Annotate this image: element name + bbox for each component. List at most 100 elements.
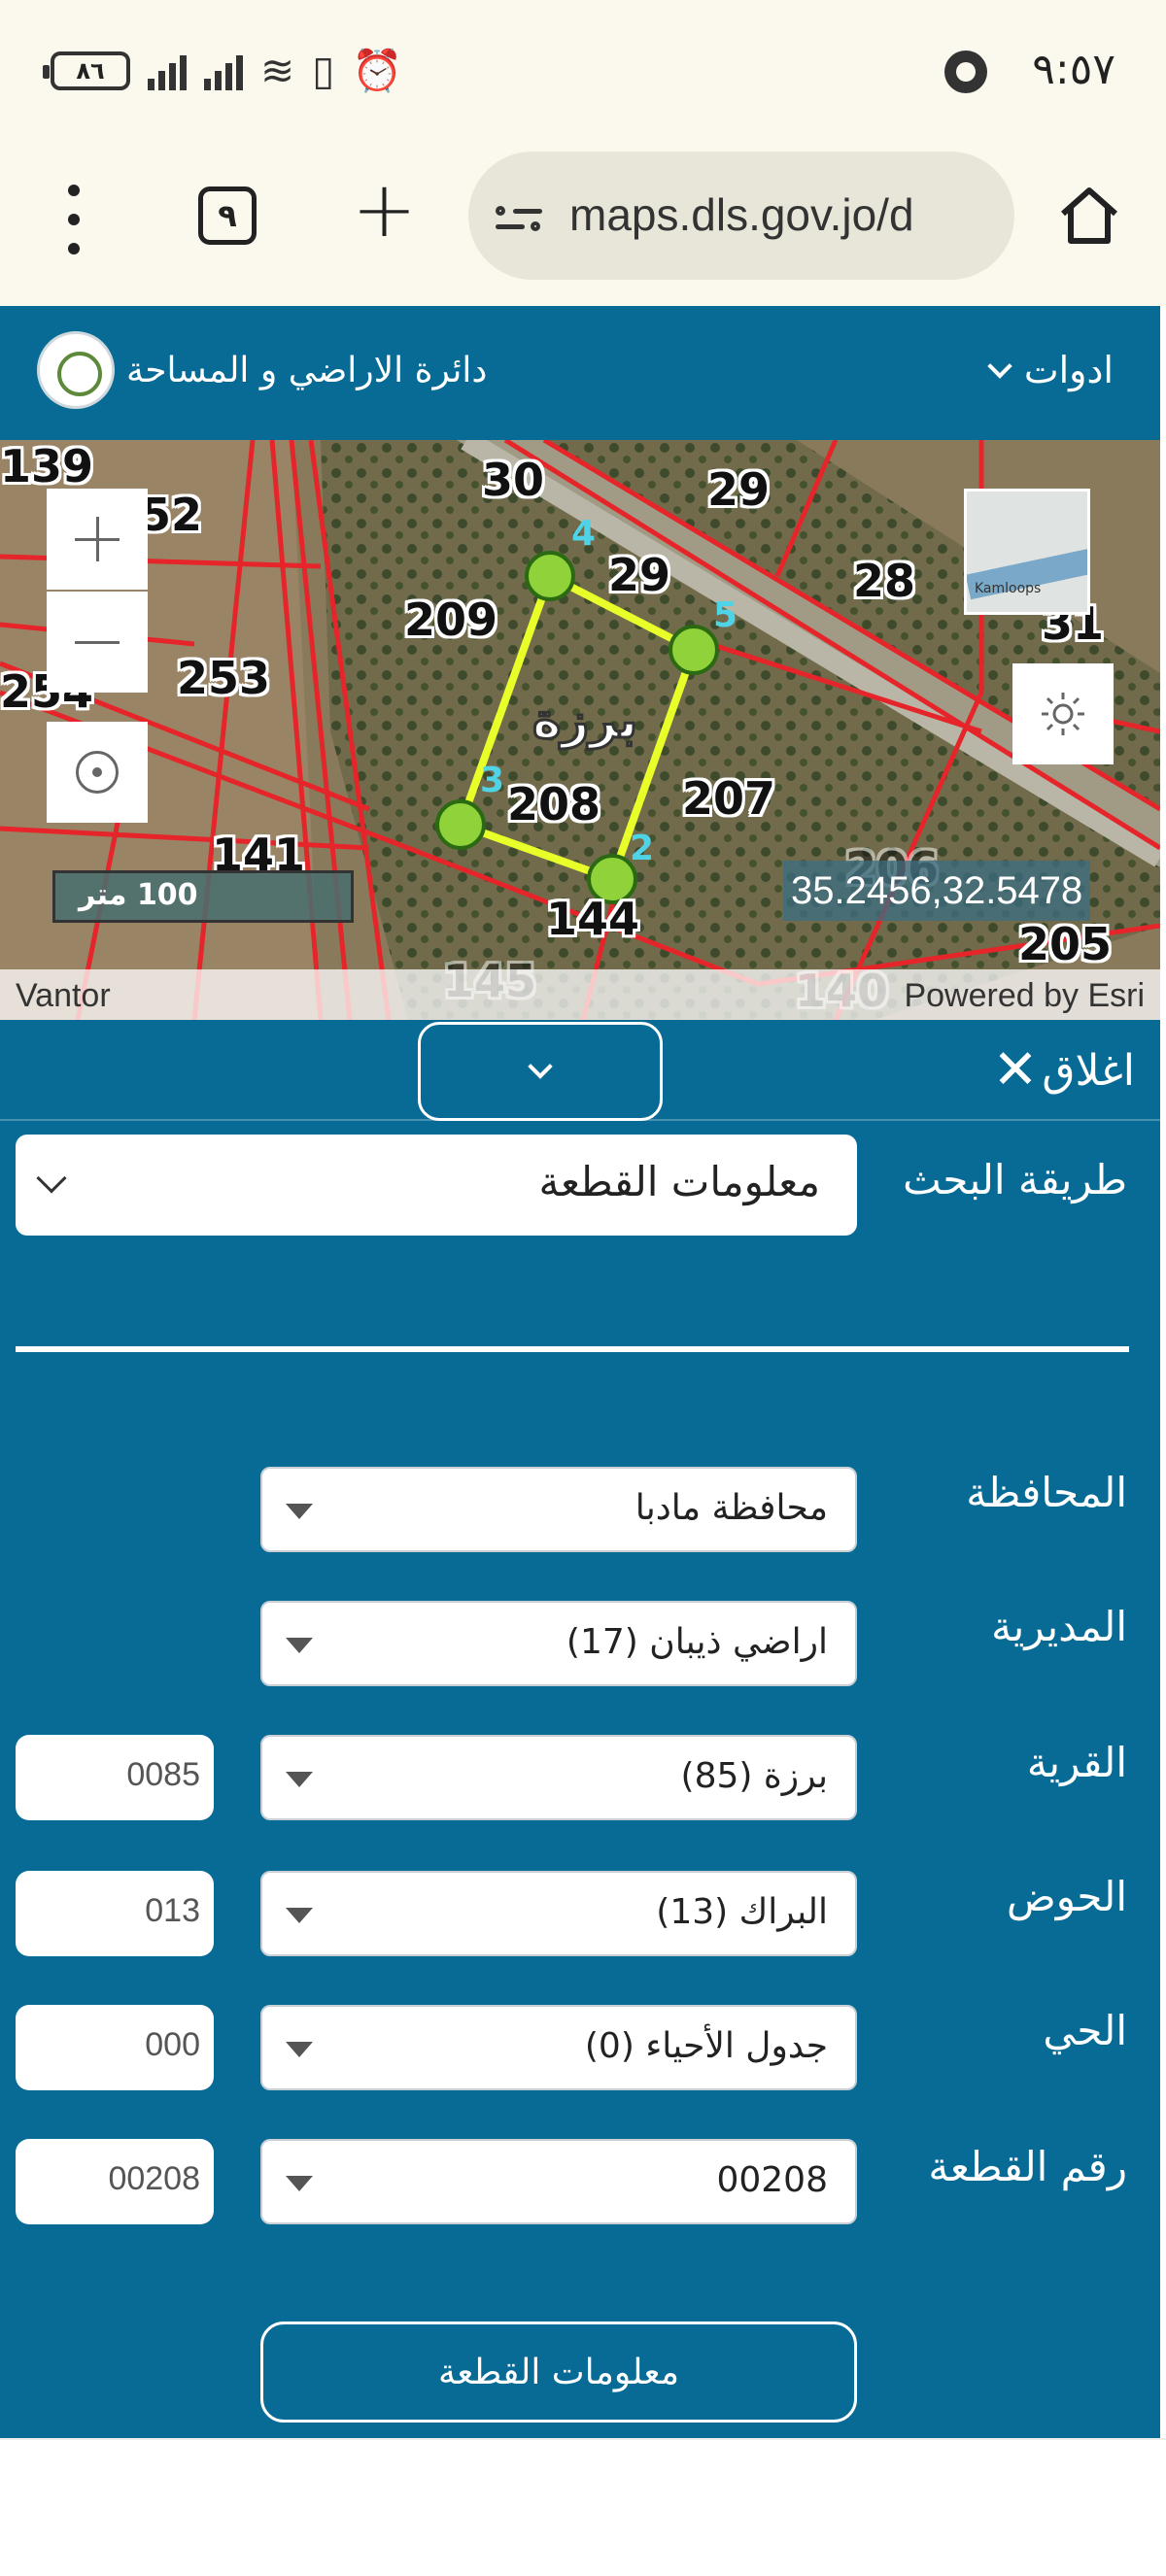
zoom-in-button[interactable] <box>47 489 148 590</box>
basin-code-value: 013 <box>145 1892 200 1929</box>
governorate-value: محافظة مادبا <box>634 1488 828 1528</box>
plot-number: 208 <box>507 778 601 830</box>
basin-value: البراك (13) <box>656 1892 828 1932</box>
vibrate-icon: ▯ <box>312 47 335 94</box>
basemap-toggle[interactable]: Kamloops <box>964 489 1090 615</box>
plot-number: 207 <box>682 772 776 825</box>
dropdown-arrow-icon <box>286 2176 313 2191</box>
close-icon: ✕ <box>992 1038 1039 1102</box>
neighborhood-value: جدول الأحياء (0) <box>584 2026 828 2066</box>
tab-switcher-button[interactable]: ٩ <box>198 186 257 245</box>
plot-number: 209 <box>404 593 498 646</box>
governorate-label: المحافظة <box>966 1469 1127 1516</box>
governorate-select[interactable]: محافظة مادبا <box>260 1467 857 1552</box>
address-bar[interactable]: maps.dls.gov.jo/d <box>468 152 1014 280</box>
village-select[interactable]: برزة (85) <box>260 1735 857 1820</box>
new-tab-icon[interactable]: + <box>352 171 417 249</box>
app-header: دائرة الاراضي و المساحة ادوات <box>0 306 1160 440</box>
plot-number: 144 <box>546 893 640 945</box>
tools-label: ادوات <box>1023 349 1114 391</box>
village-label: برزة <box>531 692 638 751</box>
search-method-select[interactable]: معلومات القطعة <box>16 1135 857 1236</box>
plot-number: 253 <box>177 652 271 704</box>
neighborhood-code-value: 000 <box>145 2026 200 2063</box>
chevron-down-icon <box>987 354 1012 379</box>
directorate-label: المديرية <box>991 1603 1127 1650</box>
notification-app-icon <box>944 51 987 93</box>
locate-button[interactable] <box>47 722 148 823</box>
village-code-value: 0085 <box>126 1756 200 1793</box>
battery-icon: ٨٦ <box>43 51 130 90</box>
plot-number: 139 <box>0 440 94 492</box>
vertex-label: 3 <box>480 761 505 800</box>
attribution-bar: Vantor Powered by Esri <box>0 969 1160 1020</box>
basin-label: الحوض <box>1006 1873 1127 1920</box>
close-label: اغلاق <box>1042 1045 1135 1096</box>
attribution-left: Vantor <box>16 977 111 1014</box>
separator-line <box>16 1346 1129 1352</box>
clock: ٩:٥٧ <box>1032 45 1115 94</box>
directorate-select[interactable]: اراضي ذيبان (17) <box>260 1601 857 1686</box>
parcel-number-code-value: 00208 <box>108 2160 200 2197</box>
vertex-label: 4 <box>571 514 597 554</box>
plot-number: 29 <box>707 463 771 516</box>
url-text[interactable]: maps.dls.gov.jo/d <box>569 188 977 241</box>
signal-icon <box>148 51 187 90</box>
map-view[interactable]: 139 52 30 29 29 28 209 31 253 254 208 20… <box>0 440 1160 1020</box>
basemap-thumb-label: Kamloops <box>975 581 1042 596</box>
status-icons: ٨٦ ≋ ▯ ⏰ <box>43 47 403 95</box>
plot-number: 29 <box>608 549 671 601</box>
dropdown-arrow-icon <box>286 2042 313 2057</box>
coordinates-readout: 35.2456,32.5478 <box>783 861 1091 921</box>
scale-bar: 100 متر <box>52 870 354 923</box>
sun-icon <box>1042 693 1084 735</box>
plot-number: 52 <box>140 489 203 541</box>
basin-code-field[interactable]: 013 <box>16 1871 214 1956</box>
village-label: القرية <box>1026 1739 1127 1786</box>
vertex-label: 2 <box>630 829 655 868</box>
parcel-info-button[interactable]: معلومات القطعة <box>260 2322 857 2423</box>
attribution-right[interactable]: Powered by Esri <box>904 977 1145 1015</box>
crosshair-icon <box>76 751 119 794</box>
neighborhood-select[interactable]: جدول الأحياء (0) <box>260 2005 857 2090</box>
village-value: برزة (85) <box>680 1756 828 1796</box>
site-settings-icon[interactable] <box>496 200 544 235</box>
status-bar: ٨٦ ≋ ▯ ⏰ ٩:٥٧ <box>0 0 1166 146</box>
wifi-icon: ≋ <box>260 47 295 94</box>
org-name: دائرة الاراضي و المساحة <box>126 351 488 390</box>
search-method-value: معلومات القطعة <box>538 1158 821 1205</box>
neighborhood-code-field[interactable]: 000 <box>16 2005 214 2090</box>
neighborhood-label: الحي <box>1043 2007 1127 2054</box>
search-panel: اغلاق ✕ طريقة البحث معلومات القطعة المحا… <box>0 1020 1160 2438</box>
basin-select[interactable]: البراك (13) <box>260 1871 857 1956</box>
parcel-number-value: 00208 <box>716 2160 828 2200</box>
bottom-area <box>0 2438 1166 2576</box>
parcel-number-label: رقم القطعة <box>928 2143 1127 2190</box>
close-button[interactable]: اغلاق ✕ <box>992 1043 1135 1098</box>
search-method-label: طريقة البحث <box>903 1156 1127 1203</box>
browser-toolbar: ٩ + maps.dls.gov.jo/d <box>0 146 1166 306</box>
alarm-icon: ⏰ <box>352 47 403 94</box>
signal-icon-2 <box>204 51 243 90</box>
plot-number: 28 <box>853 555 916 607</box>
plot-number: 30 <box>482 454 545 506</box>
directorate-value: اراضي ذيبان (17) <box>566 1622 828 1662</box>
chevron-down-icon <box>528 1054 553 1079</box>
home-icon[interactable] <box>1055 181 1123 249</box>
village-code-field[interactable]: 0085 <box>16 1735 214 1820</box>
parcel-number-code-field[interactable]: 00208 <box>16 2139 214 2224</box>
collapse-panel-button[interactable] <box>418 1022 663 1121</box>
tools-menu[interactable]: ادوات <box>987 349 1114 391</box>
plot-number: 205 <box>1018 918 1113 970</box>
dropdown-arrow-icon <box>286 1638 313 1653</box>
dls-logo <box>37 331 115 409</box>
more-menu-icon[interactable] <box>64 185 84 254</box>
zoom-out-button[interactable] <box>47 592 148 693</box>
parcel-number-select[interactable]: 00208 <box>260 2139 857 2224</box>
brightness-button[interactable] <box>1012 663 1114 764</box>
dropdown-arrow-icon <box>286 1504 313 1519</box>
dropdown-arrow-icon <box>286 1908 313 1923</box>
dropdown-arrow-icon <box>286 1772 313 1787</box>
vertex-label: 5 <box>713 595 738 635</box>
divider <box>0 1119 1160 1121</box>
